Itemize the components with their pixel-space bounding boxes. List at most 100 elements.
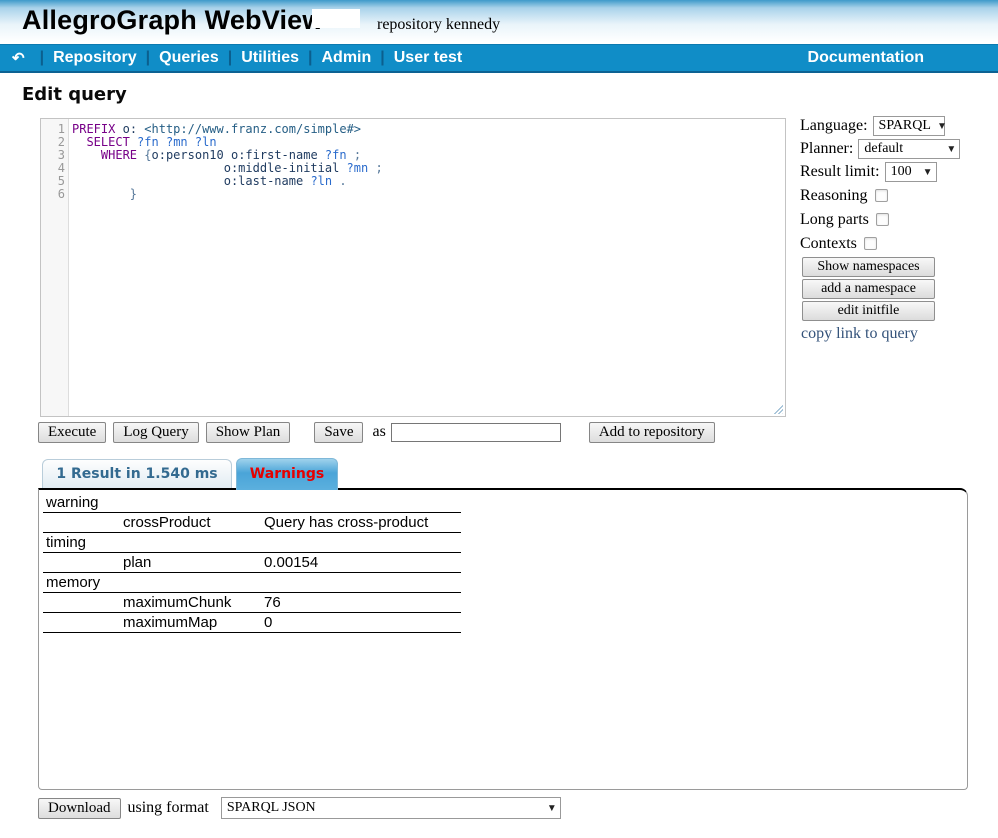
nav-separator: |	[228, 49, 232, 67]
chevron-down-icon: ▼	[547, 803, 557, 814]
result-row: timing	[43, 533, 461, 553]
show-plan-button[interactable]: Show Plan	[206, 422, 291, 443]
nav-separator: |	[146, 49, 150, 67]
tab-results[interactable]: 1 Result in 1.540 ms	[42, 459, 232, 488]
using-format-label: using format	[128, 799, 209, 817]
code-line[interactable]: }	[72, 188, 785, 201]
results-tabs: 1 Result in 1.540 ms Warnings	[42, 458, 338, 488]
line-number-gutter: 123456	[41, 119, 69, 416]
nav-item-queries[interactable]: Queries	[159, 49, 219, 67]
code-token-plain	[347, 148, 354, 162]
code-token-plain	[339, 161, 346, 175]
code-token-plain	[72, 148, 101, 162]
nav-bar: ↶ | Repository | Queries | Utilities | A…	[0, 44, 998, 73]
edit-initfile-button[interactable]: edit initfile	[802, 301, 935, 321]
result-row: crossProductQuery has cross-product	[43, 513, 461, 533]
show-namespaces-button[interactable]: Show namespaces	[802, 257, 935, 277]
warnings-panel: warning crossProductQuery has cross-produ…	[38, 488, 968, 790]
code-token-var: ?fn	[325, 148, 347, 162]
code-token-pfx: o:last-name	[224, 174, 303, 188]
language-label: Language:	[800, 117, 868, 135]
language-select[interactable]: SPARQL ▼	[873, 116, 945, 136]
result-row: maximumChunk76	[43, 593, 461, 613]
code-token-plain	[72, 161, 224, 175]
code-token-pfx: o:first-name	[231, 148, 318, 162]
code-token-plain	[72, 174, 224, 188]
code-token-var: ?fn	[137, 135, 159, 149]
action-bar: Execute Log Query Show Plan Save as Add …	[38, 421, 722, 443]
download-bar: Download using format SPARQL JSON ▼	[38, 797, 561, 819]
result-section-label: timing	[46, 534, 86, 551]
save-button[interactable]: Save	[314, 422, 363, 443]
add-to-repository-button[interactable]: Add to repository	[589, 422, 715, 443]
code-token-punct: ;	[375, 161, 382, 175]
nav-item-admin[interactable]: Admin	[321, 49, 371, 67]
result-limit-label: Result limit:	[800, 163, 880, 181]
nav-item-utilities[interactable]: Utilities	[241, 49, 299, 67]
page: AllegroGraph WebView repository kennedy …	[0, 0, 998, 838]
code-token-plain	[115, 122, 122, 136]
chevron-down-icon: ▼	[937, 121, 947, 132]
code-token-pfx: o:middle-initial	[224, 161, 340, 175]
result-row: warning	[43, 493, 461, 513]
result-row: plan0.00154	[43, 553, 461, 573]
code-token-var: ?mn	[166, 135, 188, 149]
add-namespace-button[interactable]: add a namespace	[802, 279, 935, 299]
result-key: maximumMap	[123, 614, 264, 631]
result-key: crossProduct	[123, 514, 264, 531]
chevron-down-icon: ▼	[923, 167, 933, 178]
back-arrow-icon[interactable]: ↶	[12, 49, 25, 67]
code-token-kw: SELECT	[86, 135, 129, 149]
code-token-var: ?mn	[347, 161, 369, 175]
nav-separator: |	[308, 49, 312, 67]
nav-item-documentation[interactable]: Documentation	[808, 49, 924, 67]
result-section-label: warning	[46, 494, 99, 511]
code-token-uri: <http://www.franz.com/simple#>	[144, 122, 361, 136]
copy-link-to-query-link[interactable]: copy link to query	[801, 325, 996, 343]
download-format-select[interactable]: SPARQL JSON ▼	[221, 797, 561, 819]
line-number: 6	[41, 188, 65, 201]
reasoning-checkbox[interactable]	[875, 189, 888, 202]
result-key: maximumChunk	[123, 594, 264, 611]
header: AllegroGraph WebView repository kennedy	[0, 0, 998, 44]
long-parts-checkbox[interactable]	[876, 213, 889, 226]
long-parts-label: Long parts	[800, 211, 869, 229]
result-key: plan	[123, 554, 264, 571]
code-token-punct: {	[144, 148, 151, 162]
code-token-var: ?ln	[195, 135, 217, 149]
result-value: 76	[264, 594, 281, 611]
warnings-table: warning crossProductQuery has cross-produ…	[43, 493, 461, 633]
nav-separator: |	[380, 49, 384, 67]
code-token-plain	[188, 135, 195, 149]
result-row: maximumMap0	[43, 613, 461, 633]
chevron-down-icon: ▼	[946, 144, 956, 155]
code-token-plain	[130, 135, 137, 149]
query-editor[interactable]: 123456 PREFIX o: <http://www.franz.com/s…	[40, 118, 786, 417]
code-token-plain	[72, 187, 130, 201]
download-button[interactable]: Download	[38, 798, 121, 819]
code-token-kw: PREFIX	[72, 122, 115, 136]
planner-label: Planner:	[800, 140, 853, 158]
code-token-plain	[159, 135, 166, 149]
log-query-button[interactable]: Log Query	[113, 422, 198, 443]
code-token-plain	[318, 148, 325, 162]
query-options-panel: Language: SPARQL ▼ Planner: default ▼ Re…	[800, 116, 996, 343]
planner-select[interactable]: default ▼	[858, 139, 960, 159]
save-name-input[interactable]	[391, 423, 561, 442]
nav-item-user-test[interactable]: User test	[394, 49, 462, 67]
code-token-punct: .	[339, 174, 346, 188]
code-area[interactable]: PREFIX o: <http://www.franz.com/simple#>…	[69, 119, 785, 416]
nav-item-repository[interactable]: Repository	[53, 49, 137, 67]
code-token-punct: }	[130, 187, 137, 201]
execute-button[interactable]: Execute	[38, 422, 106, 443]
code-line[interactable]: o:last-name ?ln .	[72, 175, 785, 188]
result-section-label: memory	[46, 574, 100, 591]
result-value: Query has cross-product	[264, 514, 428, 531]
contexts-checkbox[interactable]	[864, 237, 877, 250]
result-value: 0	[264, 614, 272, 631]
code-token-var: ?ln	[310, 174, 332, 188]
contexts-label: Contexts	[800, 235, 857, 253]
code-token-punct: ;	[354, 148, 361, 162]
result-limit-select[interactable]: 100 ▼	[885, 162, 937, 182]
tab-warnings[interactable]: Warnings	[236, 458, 338, 490]
